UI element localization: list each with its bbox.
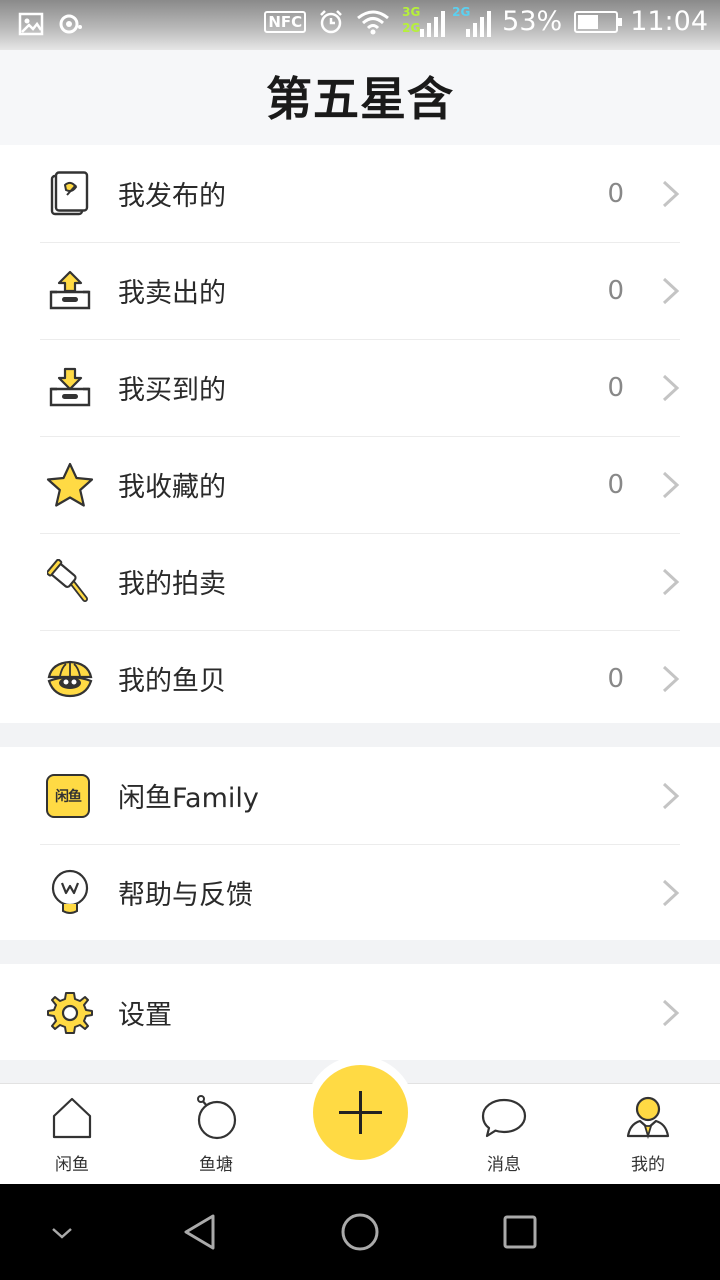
back-triangle-icon[interactable] [180, 1212, 220, 1252]
menu-item-label: 闲鱼Family [118, 783, 259, 814]
chevron-right-icon [662, 180, 680, 207]
home-circle-icon[interactable] [340, 1212, 380, 1252]
system-navigation-bar [0, 1184, 720, 1280]
menu-item-label: 帮助与反馈 [118, 880, 253, 911]
tab-label: 消息 [487, 1155, 521, 1175]
tab-label: 闲鱼 [55, 1155, 89, 1175]
tab-xianyu[interactable]: 闲鱼 [0, 1084, 144, 1185]
chevron-right-icon [662, 782, 680, 809]
notification-icon [59, 14, 82, 34]
menu-item-label: 设置 [118, 1000, 172, 1031]
nfc-icon: NFC [264, 10, 307, 33]
menu-item-label: 我买到的 [118, 375, 226, 406]
menu-group-settings: 设置 [0, 964, 720, 1060]
chevron-right-icon [662, 471, 680, 498]
page-title: 第五星含 [266, 72, 454, 126]
auction-hammer-icon [46, 558, 94, 606]
bought-download-tray-icon [46, 364, 94, 412]
menu-item-label: 我卖出的 [118, 278, 226, 309]
chevron-right-icon [662, 277, 680, 304]
shell-icon [46, 655, 94, 703]
menu-item-shells[interactable]: 我的鱼贝 0 [0, 630, 720, 727]
clock: 11:04 [630, 6, 708, 37]
menu-group-activity: 我发布的 0 我卖出的 0 我买到的 0 我收藏的 0 我的拍卖 我的鱼贝 0 [0, 145, 720, 723]
chevron-right-icon [662, 374, 680, 401]
publish-plus-button[interactable] [313, 1065, 408, 1160]
signal-sim1-icon: 3G 2G [402, 5, 446, 37]
pond-icon [197, 1095, 237, 1140]
alarm-icon [320, 9, 343, 33]
menu-item-published[interactable]: 我发布的 0 [0, 145, 720, 242]
published-document-icon [46, 170, 94, 218]
menu-item-auction[interactable]: 我的拍卖 [0, 533, 720, 630]
menu-item-label: 我的鱼贝 [118, 666, 226, 697]
menu-item-bought[interactable]: 我买到的 0 [0, 339, 720, 436]
image-notification-icon [18, 12, 44, 36]
menu-item-sold[interactable]: 我卖出的 0 [0, 242, 720, 339]
sold-upload-tray-icon [46, 267, 94, 315]
chevron-right-icon [662, 999, 680, 1026]
tab-messages[interactable]: 消息 [432, 1084, 576, 1185]
wifi-icon [357, 10, 390, 34]
message-bubble-icon [481, 1098, 527, 1138]
menu-item-help-feedback[interactable]: 帮助与反馈 [0, 844, 720, 941]
menu-item-label: 我的拍卖 [118, 569, 226, 600]
collapse-chevron-icon[interactable] [42, 1212, 82, 1252]
star-icon [46, 461, 94, 509]
profile-icon [626, 1096, 670, 1140]
chevron-right-icon [662, 879, 680, 906]
menu-group-more: 闲鱼 闲鱼Family 帮助与反馈 [0, 747, 720, 940]
menu-item-settings[interactable]: 设置 [0, 964, 720, 1061]
menu-item-label: 我发布的 [118, 181, 226, 212]
battery-icon [574, 10, 623, 33]
recents-square-icon[interactable] [500, 1212, 540, 1252]
menu-item-xianyu-family[interactable]: 闲鱼 闲鱼Family [0, 747, 720, 844]
home-icon [52, 1097, 92, 1139]
status-bar: NFC 3G 2G 2G 53% 11:04 [0, 0, 720, 50]
chevron-right-icon [662, 665, 680, 692]
lightbulb-help-icon [46, 869, 94, 917]
gear-icon [46, 989, 94, 1037]
menu-item-favorites[interactable]: 我收藏的 0 [0, 436, 720, 533]
menu-item-count: 0 [607, 275, 624, 306]
menu-item-count: 0 [607, 178, 624, 209]
tab-label: 鱼塘 [199, 1155, 233, 1175]
tab-label: 我的 [631, 1155, 665, 1175]
tab-pond[interactable]: 鱼塘 [144, 1084, 288, 1185]
tab-mine[interactable]: 我的 [576, 1084, 720, 1185]
signal-sim2-icon: 2G [452, 5, 492, 37]
battery-percent: 53% [502, 6, 563, 37]
chevron-right-icon [662, 568, 680, 595]
menu-item-count: 0 [607, 372, 624, 403]
menu-item-count: 0 [607, 469, 624, 500]
menu-item-count: 0 [607, 663, 624, 694]
xianyu-family-icon: 闲鱼 [46, 773, 90, 818]
page-header: 第五星含 [0, 50, 720, 145]
menu-item-label: 我收藏的 [118, 472, 226, 503]
